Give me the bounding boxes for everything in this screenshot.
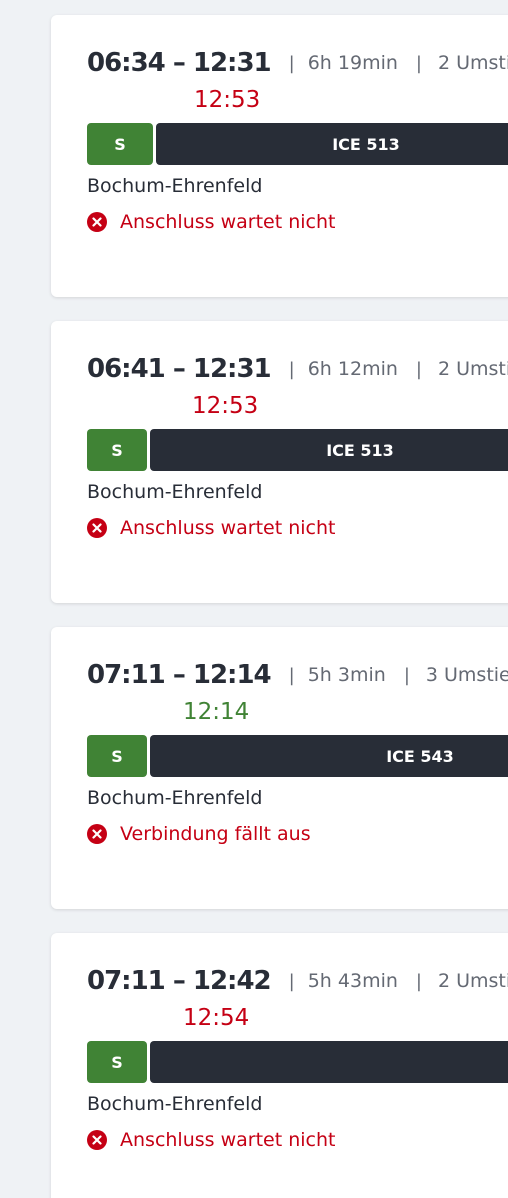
- times-row: 07:11 – 12:42 | 5h 43min | 2 Umstiege: [87, 963, 508, 999]
- realtime-arrival: 12:53: [192, 393, 259, 419]
- segment-ice: ICE 513: [150, 429, 508, 471]
- journey-segments-bar: S ICE 543: [87, 735, 508, 777]
- departure-station: Bochum-Ehrenfeld: [87, 1093, 263, 1115]
- connection-card[interactable]: 07:11 – 12:14 | 5h 3min | 3 Umstiege 12:…: [51, 627, 508, 909]
- duration: 5h 3min: [307, 664, 386, 686]
- connection-card[interactable]: 06:41 – 12:31 | 6h 12min | 2 Umstiege 12…: [51, 321, 508, 603]
- duration: 6h 19min: [307, 52, 398, 74]
- error-circle-x-icon: [87, 1130, 107, 1150]
- departure-arrival-times: 06:34 – 12:31: [87, 48, 272, 78]
- segment-ice: ICE 513: [156, 123, 508, 165]
- transfers: 2 Umstiege: [437, 970, 508, 992]
- segment-train: [150, 1041, 508, 1083]
- status-message: Anschluss wartet nicht: [87, 514, 335, 542]
- departure-arrival-times: 06:41 – 12:31: [87, 354, 272, 384]
- departure-station: Bochum-Ehrenfeld: [87, 175, 263, 197]
- realtime-arrival: 12:54: [183, 1005, 250, 1031]
- times-row: 07:11 – 12:14 | 5h 3min | 3 Umstiege: [87, 657, 508, 693]
- separator: |: [415, 52, 422, 74]
- separator: |: [403, 664, 410, 686]
- connection-list: 06:34 – 12:31 | 6h 19min | 2 Umstiege 12…: [0, 0, 508, 1198]
- error-circle-x-icon: [87, 518, 107, 538]
- separator: |: [288, 52, 295, 74]
- segment-ice: ICE 543: [150, 735, 508, 777]
- departure-station: Bochum-Ehrenfeld: [87, 787, 263, 809]
- segment-s-bahn: S: [87, 1041, 147, 1083]
- segment-s-bahn: S: [87, 123, 153, 165]
- journey-segments-bar: S ICE 513: [87, 123, 508, 165]
- segment-s-bahn: S: [87, 735, 147, 777]
- separator: |: [415, 970, 422, 992]
- segment-s-bahn: S: [87, 429, 147, 471]
- times-row: 06:34 – 12:31 | 6h 19min | 2 Umstiege: [87, 45, 508, 81]
- connection-card[interactable]: 06:34 – 12:31 | 6h 19min | 2 Umstiege 12…: [51, 15, 508, 297]
- status-text: Anschluss wartet nicht: [120, 517, 336, 539]
- departure-arrival-times: 07:11 – 12:42: [87, 966, 272, 996]
- realtime-arrival: 12:53: [194, 87, 261, 113]
- transfers: 2 Umstiege: [437, 52, 508, 74]
- separator: |: [288, 970, 295, 992]
- journey-segments-bar: S: [87, 1041, 508, 1083]
- error-circle-x-icon: [87, 212, 107, 232]
- status-text: Anschluss wartet nicht: [120, 211, 336, 233]
- departure-arrival-times: 07:11 – 12:14: [87, 660, 272, 690]
- realtime-arrival: 12:14: [183, 699, 250, 725]
- duration: 5h 43min: [307, 970, 398, 992]
- error-circle-x-icon: [87, 824, 107, 844]
- transfers: 3 Umstiege: [425, 664, 508, 686]
- status-text: Verbindung fällt aus: [120, 823, 311, 845]
- status-text: Anschluss wartet nicht: [120, 1129, 336, 1151]
- transfers: 2 Umstiege: [437, 358, 508, 380]
- separator: |: [288, 664, 295, 686]
- duration: 6h 12min: [307, 358, 398, 380]
- separator: |: [415, 358, 422, 380]
- status-message: Anschluss wartet nicht: [87, 1126, 335, 1154]
- status-message: Anschluss wartet nicht: [87, 208, 335, 236]
- times-row: 06:41 – 12:31 | 6h 12min | 2 Umstiege: [87, 351, 508, 387]
- connection-card[interactable]: 07:11 – 12:42 | 5h 43min | 2 Umstiege 12…: [51, 933, 508, 1198]
- status-message: Verbindung fällt aus: [87, 820, 311, 848]
- separator: |: [288, 358, 295, 380]
- journey-segments-bar: S ICE 513: [87, 429, 508, 471]
- departure-station: Bochum-Ehrenfeld: [87, 481, 263, 503]
